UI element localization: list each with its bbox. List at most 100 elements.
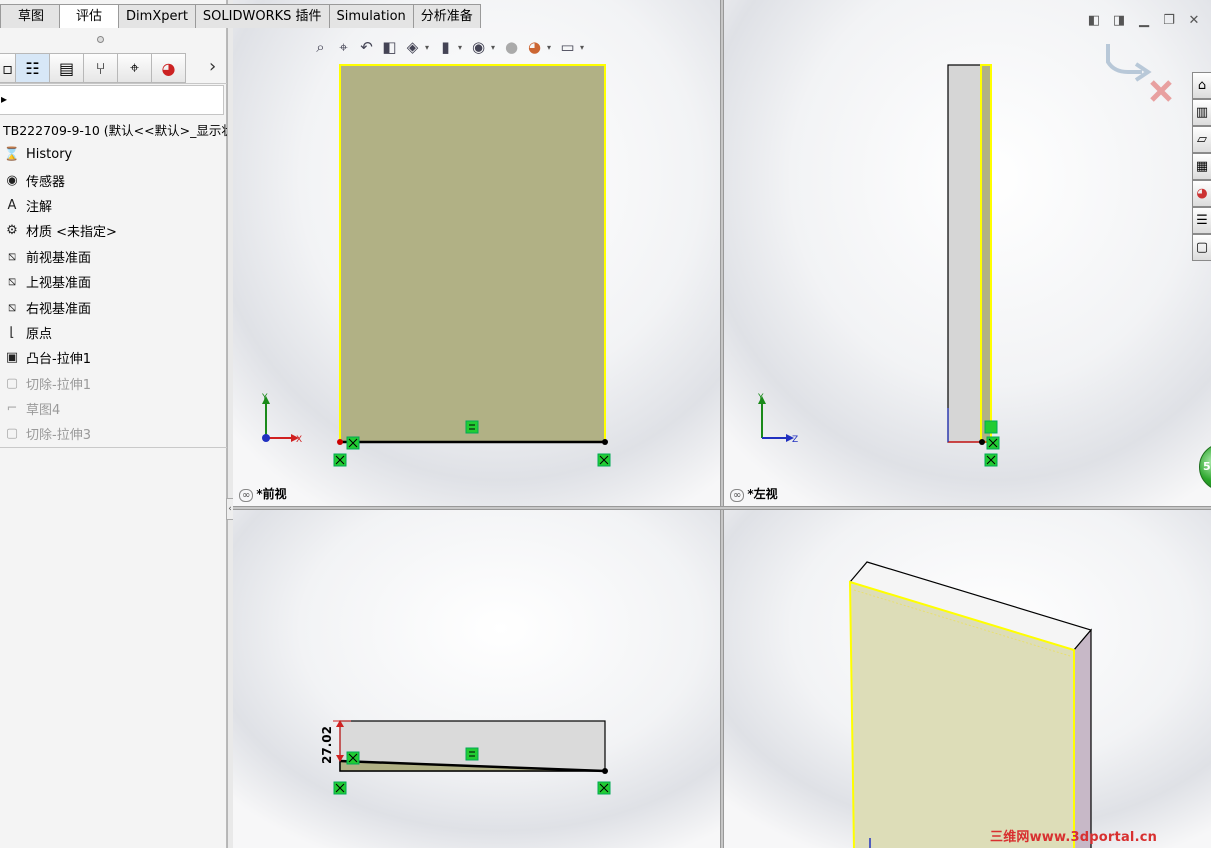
boss-extrude-icon: ▣ bbox=[5, 350, 19, 366]
view-settings-icon[interactable]: ▭ bbox=[557, 37, 578, 58]
property-manager-icon[interactable]: ▤ bbox=[50, 53, 84, 83]
viewport-left[interactable]: Y Z ∞ *左视 bbox=[724, 0, 1211, 506]
tree-item[interactable]: A 注解 bbox=[0, 193, 227, 218]
viewport-front-canvas[interactable]: Y X bbox=[233, 0, 720, 506]
chevron-down-icon[interactable]: ▾ bbox=[547, 43, 555, 52]
feature-manager-panel: ▫ ☷ ▤ ⑂ ⌖ ◕ › ▸ TB222709-9-10 (默认<<默认>_显… bbox=[0, 0, 227, 848]
tab-dimxpert[interactable]: DimXpert bbox=[118, 4, 196, 28]
tree-item[interactable]: ⧅ 前视基准面 bbox=[0, 244, 227, 269]
left-selected-face bbox=[980, 64, 992, 443]
tree-item-label: 草图4 bbox=[26, 403, 61, 419]
hide-show-items-icon[interactable]: ◉ bbox=[468, 37, 489, 58]
tree-root-part[interactable]: TB222709-9-10 (默认<<默认>_显示状态 bbox=[3, 120, 227, 139]
triad-x-label: X bbox=[296, 435, 302, 445]
link-views-icon[interactable]: ∞ bbox=[730, 489, 745, 502]
partial-tab-icon[interactable]: ▫ bbox=[0, 53, 16, 83]
tree-item-label: 切除-拉伸3 bbox=[26, 428, 91, 444]
horizontal-relation-icon bbox=[465, 747, 479, 761]
view-palette-icon[interactable]: ▦ bbox=[1192, 153, 1211, 180]
minimize-icon[interactable]: ▁ bbox=[1136, 12, 1152, 28]
tile-right-icon[interactable]: ◨ bbox=[1111, 12, 1127, 28]
tree-item-label: 前视基准面 bbox=[26, 250, 92, 266]
tree-item[interactable]: ⌛ History bbox=[0, 142, 227, 167]
display-style-icon[interactable]: ▮ bbox=[435, 37, 456, 58]
triad-z-label: Z bbox=[792, 435, 798, 445]
section-view-icon[interactable]: ◧ bbox=[379, 37, 400, 58]
tree-item[interactable]: ▢ 切除-拉伸3 bbox=[0, 421, 227, 446]
more-tabs-chevron-icon[interactable]: › bbox=[209, 56, 216, 77]
window-controls: ◧ ◨ ▁ ❐ ✕ bbox=[1086, 12, 1202, 28]
tree-item[interactable]: ▢ 切除-拉伸1 bbox=[0, 371, 227, 396]
heads-up-view-toolbar: ⌕ ⌖ ↶ ◧ ◈ ▾ ▮ ▾ ◉ ▾ ● ◕ ▾ ▭ ▾ bbox=[310, 35, 588, 59]
manager-tab-bar: ▫ ☷ ▤ ⑂ ⌖ ◕ bbox=[0, 53, 227, 84]
tree-item[interactable]: ⌐ 草图4 bbox=[0, 396, 227, 421]
configuration-manager-icon[interactable]: ⑂ bbox=[84, 53, 118, 83]
tile-left-icon[interactable]: ◧ bbox=[1086, 12, 1102, 28]
left-side-face bbox=[947, 64, 982, 443]
chevron-down-icon[interactable]: ▾ bbox=[458, 43, 466, 52]
tab-sketch[interactable]: 草图 bbox=[0, 4, 61, 28]
sensor-icon: ◉ bbox=[6, 172, 18, 188]
tree-item[interactable]: ⧅ 上视基准面 bbox=[0, 269, 227, 294]
view-orientation-icon[interactable]: ◈ bbox=[402, 37, 423, 58]
command-manager-tabs: 草图 评估 DimXpert SOLIDWORKS 插件 Simulation … bbox=[0, 4, 481, 28]
previous-view-icon[interactable]: ↶ bbox=[356, 37, 377, 58]
viewport-top-canvas[interactable]: 27.02 bbox=[233, 510, 720, 848]
watermark-text: 三维网www.3dportal.cn bbox=[990, 830, 1158, 845]
plane-icon: ⧅ bbox=[7, 299, 17, 315]
tree-item-label: 切除-拉伸1 bbox=[26, 377, 91, 393]
viewport-iso-canvas[interactable] bbox=[724, 510, 1211, 848]
tree-item[interactable]: ◉ 传感器 bbox=[0, 167, 227, 192]
viewport-top[interactable]: 27.02 bbox=[233, 510, 720, 848]
tree-item[interactable]: ▣ 凸台-拉伸1 bbox=[0, 345, 227, 370]
tree-item[interactable]: ⚙ 材质 <未指定> bbox=[0, 218, 227, 243]
design-library-icon[interactable]: ▥ bbox=[1192, 99, 1211, 126]
plane-icon: ⧅ bbox=[7, 274, 17, 290]
restore-icon[interactable]: ❐ bbox=[1161, 12, 1177, 28]
sketch-icon: ⌐ bbox=[6, 401, 18, 417]
edit-appearance-icon[interactable]: ● bbox=[501, 37, 522, 58]
chevron-down-icon[interactable]: ▾ bbox=[425, 43, 433, 52]
viewport-left-canvas[interactable]: Y Z bbox=[724, 0, 1211, 506]
link-views-icon[interactable]: ∞ bbox=[239, 489, 254, 502]
tree-item-label: History bbox=[26, 147, 73, 163]
home-icon[interactable]: ⌂ bbox=[1192, 72, 1211, 99]
tab-evaluate[interactable]: 评估 bbox=[59, 4, 120, 28]
annotation-icon: A bbox=[7, 197, 17, 213]
tab-simulation[interactable]: Simulation bbox=[328, 4, 414, 28]
feature-tree: ⌛ History ◉ 传感器 A 注解 ⚙ 材质 <未指定> ⧅ 前视基准面 ⧅ 上视基准面 ⧅ 右视基… bbox=[0, 142, 227, 447]
material-icon: ⚙ bbox=[6, 223, 18, 239]
dimxpert-manager-icon[interactable]: ⌖ bbox=[118, 53, 152, 83]
tab-analysis-prep[interactable]: 分析准备 bbox=[412, 4, 481, 28]
chevron-down-icon[interactable]: ▾ bbox=[491, 43, 499, 52]
tree-item[interactable]: ⌊ 原点 bbox=[0, 320, 227, 345]
close-icon[interactable]: ✕ bbox=[1186, 12, 1202, 28]
forum-icon[interactable]: ▢ bbox=[1192, 234, 1211, 261]
appearances-icon[interactable]: ◕ bbox=[1192, 180, 1211, 207]
front-face bbox=[339, 64, 606, 443]
chevron-down-icon[interactable]: ▾ bbox=[580, 43, 588, 52]
display-manager-icon[interactable]: ◕ bbox=[152, 53, 186, 83]
tree-item-label: 原点 bbox=[26, 326, 53, 342]
zoom-to-area-icon[interactable]: ⌖ bbox=[333, 37, 354, 58]
zoom-to-fit-icon[interactable]: ⌕ bbox=[310, 37, 331, 58]
horizontal-relation-icon bbox=[465, 420, 479, 434]
tree-item[interactable]: ⧅ 右视基准面 bbox=[0, 294, 227, 319]
viewport-splitter-vertical[interactable] bbox=[720, 0, 724, 848]
viewport-splitter-horizontal[interactable] bbox=[233, 506, 1211, 510]
tree-item-label: 注解 bbox=[26, 199, 53, 215]
tree-item-label: 材质 <未指定> bbox=[26, 225, 117, 241]
history-folder-icon: ⌛ bbox=[3, 147, 21, 163]
panel-splitter-handle[interactable] bbox=[97, 36, 104, 43]
featuremanager-tree-icon[interactable]: ☷ bbox=[16, 53, 50, 83]
task-pane-tabs: ⌂ ▥ ▱ ▦ ◕ ☰ ▢ bbox=[1192, 72, 1211, 261]
tree-filter-input[interactable]: ▸ bbox=[0, 85, 224, 115]
tab-solidworks-addins[interactable]: SOLIDWORKS 插件 bbox=[194, 4, 330, 28]
file-explorer-icon[interactable]: ▱ bbox=[1192, 126, 1211, 153]
viewport-front[interactable]: Y X ∞ *前视 bbox=[233, 0, 720, 506]
viewport-front-label: ∞ *前视 bbox=[239, 485, 287, 502]
apply-scene-icon[interactable]: ◕ bbox=[524, 37, 545, 58]
custom-properties-icon[interactable]: ☰ bbox=[1192, 207, 1211, 234]
viewport-isometric[interactable] bbox=[724, 510, 1211, 848]
filter-caret-icon: ▸ bbox=[1, 92, 8, 106]
